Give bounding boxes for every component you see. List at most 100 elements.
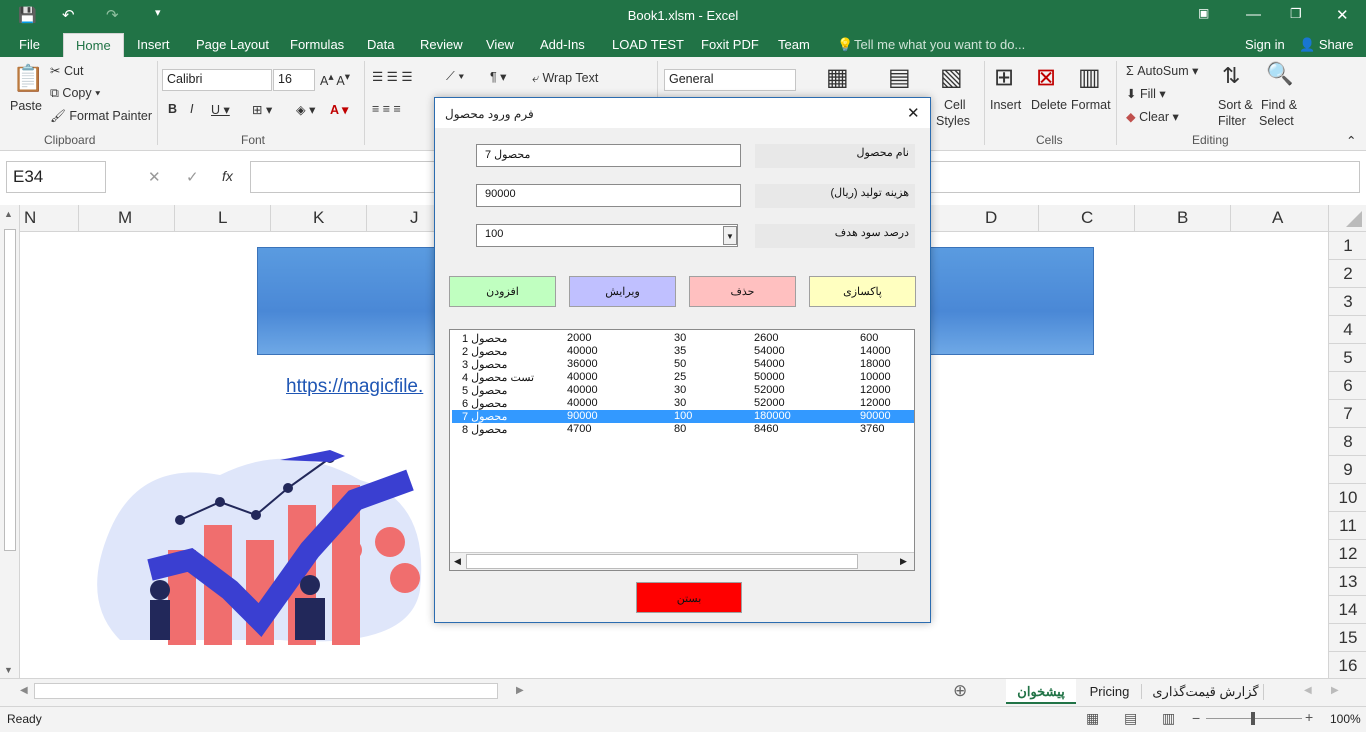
clear-form-button[interactable]: پاکسازی [809,276,916,307]
tab-formulas[interactable]: Formulas [290,37,344,52]
font-size-box[interactable]: 16 [273,69,315,91]
row-header[interactable]: 11 [1329,512,1366,540]
production-cost-input[interactable]: 90000 [476,184,741,207]
tab-review[interactable]: Review [420,37,463,52]
cancel-icon[interactable]: ✕ [148,168,161,186]
delete-cells-button[interactable]: Delete [1031,98,1067,112]
sheet-tab-pricing-report[interactable]: گزارش قیمت‌گذاری [1148,684,1264,700]
list-item[interactable]: محصول 5 40000 30 52000 12000 [452,384,914,397]
rtl-icon[interactable]: ¶ ▾ [490,69,506,84]
scroll-right-icon[interactable]: ▶ [900,556,907,567]
align-left-icon[interactable]: ≡ ≡ ≡ [372,102,401,116]
column-header[interactable]: L [218,208,227,228]
zoom-out-icon[interactable]: − [1192,710,1200,726]
find-select-label[interactable]: Find & [1261,98,1297,112]
row-header[interactable]: 10 [1329,484,1366,512]
products-listbox[interactable]: محصول 1 2000 30 2600 600 محصول 2 40000 35 54000 1… [449,329,915,571]
hscroll-left-icon[interactable]: ◀ [20,685,28,696]
minimize-icon[interactable]: — [1246,6,1261,23]
hyperlink[interactable]: https://magicfile. [286,376,423,398]
row-header[interactable]: 14 [1329,596,1366,624]
column-header[interactable]: J [410,208,419,228]
list-item[interactable]: محصول 2 40000 35 54000 14000 [452,345,914,358]
add-sheet-icon[interactable]: ⊕ [953,681,967,701]
profit-percent-combobox[interactable]: 100 [476,224,738,247]
bold-icon[interactable]: B [168,102,177,116]
font-grow-icon[interactable]: A▴ A▾ [320,71,350,88]
sheet-tab-pricing[interactable]: Pricing [1078,684,1142,699]
list-item[interactable]: محصول 3 36000 50 54000 18000 [452,358,914,371]
combobox-dropdown-icon[interactable]: ▼ [723,226,737,245]
row-header[interactable]: 8 [1329,428,1366,456]
row-header[interactable]: 9 [1329,456,1366,484]
border-icon[interactable]: ⊞ ▾ [252,102,272,117]
zoom-level[interactable]: 100% [1330,712,1361,726]
align-top-icon[interactable]: ☰ ☰ ☰ [372,69,413,84]
list-item[interactable]: محصول 6 40000 30 52000 12000 [452,397,914,410]
collapse-ribbon-icon[interactable]: ⌃ [1346,133,1356,148]
cell-styles-icon[interactable]: ▧ [940,63,963,92]
copy-button[interactable]: ⧉ Copy ▾ [50,86,100,101]
row-header[interactable]: 4 [1329,316,1366,344]
sheet-tab-dashboard[interactable]: پیشخوان [1006,679,1076,704]
wrap-text-button[interactable]: ⤶ Wrap Text [532,71,598,86]
row-header[interactable]: 5 [1329,344,1366,372]
tab-page-layout[interactable]: Page Layout [196,37,269,52]
italic-icon[interactable]: I [190,102,193,116]
tab-data[interactable]: Data [367,37,394,52]
select-all-corner[interactable] [1328,205,1366,232]
sort-label[interactable]: Sort & [1218,98,1253,112]
tab-view[interactable]: View [486,37,514,52]
column-header[interactable]: N [24,208,36,228]
tell-me-box[interactable]: Tell me what you want to do... [854,37,1025,52]
horizontal-scrollbar[interactable] [34,683,498,699]
list-item[interactable]: تست محصول 4 40000 25 50000 10000 [452,371,914,384]
list-item[interactable]: محصول 1 2000 30 2600 600 [452,332,914,345]
list-item[interactable]: محصول 7 90000 100 180000 90000 [452,410,914,423]
row-header[interactable]: 16 [1329,652,1366,680]
name-box[interactable]: E34 [6,161,106,193]
tab-foxit-pdf[interactable]: Foxit PDF [701,37,759,52]
zoom-slider-thumb[interactable] [1251,712,1255,725]
column-header[interactable]: A [1272,208,1283,228]
row-header[interactable]: 7 [1329,400,1366,428]
product-name-input[interactable]: محصول 7 [476,144,741,167]
tab-team[interactable]: Team [778,37,810,52]
insert-cells-icon[interactable]: ⊞ [994,63,1014,92]
conditional-format-icon[interactable]: ▦ [826,63,849,92]
scroll-down-icon[interactable]: ▼ [4,665,13,675]
sheet-nav-left-icon[interactable]: ◀ [1304,685,1312,696]
delete-product-button[interactable]: حذف [689,276,796,307]
scroll-left-icon[interactable]: ◀ [454,556,461,567]
row-header[interactable]: 15 [1329,624,1366,652]
scroll-thumb[interactable] [4,229,16,551]
sort-filter-icon[interactable]: ⇅ [1222,63,1240,89]
insert-function-icon[interactable]: fx [222,168,233,184]
sign-in-link[interactable]: Sign in [1245,37,1285,52]
paste-button[interactable]: Paste [10,99,42,113]
paste-icon[interactable]: 📋 [12,63,44,94]
tab-file[interactable]: File [19,37,40,52]
dialog-close-icon[interactable]: ✕ [907,104,920,122]
close-dialog-button[interactable]: بستن [636,582,742,613]
column-header[interactable]: D [985,208,997,228]
font-name-box[interactable]: Calibri [162,69,272,91]
clear-button[interactable]: ◆ Clear ▾ [1126,109,1179,124]
column-header[interactable]: M [118,208,132,228]
add-product-button[interactable]: افزودن [449,276,556,307]
hscroll-right-icon[interactable]: ▶ [516,685,524,696]
list-item[interactable]: محصول 8 4700 80 8460 3760 [452,423,914,436]
column-header[interactable]: K [313,208,324,228]
format-cells-button[interactable]: Format [1071,98,1111,112]
ribbon-display-icon[interactable]: ▣ [1198,6,1209,20]
row-header[interactable]: 13 [1329,568,1366,596]
find-icon[interactable]: 🔍 [1266,61,1293,87]
tab-insert[interactable]: Insert [137,37,170,52]
list-horizontal-scrollbar[interactable]: ◀ ▶ [450,552,914,570]
scroll-up-icon[interactable]: ▲ [4,209,13,219]
delete-cells-icon[interactable]: ⊠ [1036,63,1056,92]
share-button[interactable]: 👤 Share [1299,37,1354,53]
format-cells-icon[interactable]: ▥ [1078,63,1101,92]
tab-load-test[interactable]: LOAD TEST [612,37,684,52]
edit-product-button[interactable]: ویرایش [569,276,676,307]
